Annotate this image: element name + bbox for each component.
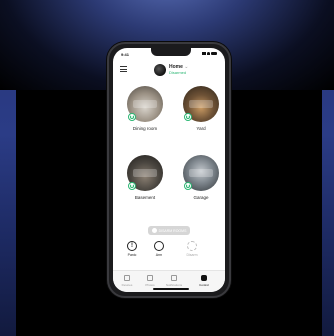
rooms-grid: Dining room Yard Basement Garage (119, 86, 219, 221)
room-label: Yard (196, 126, 206, 131)
tab-label: Notifications (165, 283, 183, 287)
arm-button[interactable]: Arm (144, 241, 174, 257)
signal-icon (202, 52, 206, 55)
disarm-button[interactable]: Disarm (177, 241, 207, 257)
room-card-basement[interactable]: Basement (121, 155, 169, 200)
signal-icons (202, 52, 217, 55)
tab-label: Devices (121, 283, 133, 287)
tab-label: Photos (145, 283, 155, 287)
room-label: Dining room (132, 126, 158, 131)
room-card-yard[interactable]: Yard (177, 86, 225, 131)
shield-icon (151, 228, 157, 233)
phone-screen: 9:41 Home ⌄ Disarmed Dining room Yard Ba… (113, 48, 225, 292)
status-check-icon (184, 113, 192, 121)
mode-buttons: ! Panic Arm Disarm (113, 241, 225, 263)
room-label: Basement (134, 195, 156, 200)
disarm-rooms-label: DISARM ROOMS (158, 228, 187, 233)
panic-label: Panic (127, 253, 137, 257)
home-status: Disarmed (169, 70, 187, 75)
disarm-rooms-button[interactable]: DISARM ROOMS (148, 226, 190, 235)
tab-control[interactable]: Control (193, 275, 215, 287)
home-indicator (153, 288, 189, 290)
home-avatar[interactable] (154, 64, 166, 76)
room-card-garage[interactable]: Garage (177, 155, 225, 200)
control-icon (201, 275, 207, 281)
status-time: 9:41 (121, 52, 130, 57)
photos-icon (147, 275, 153, 281)
app-header: Home ⌄ Disarmed (113, 62, 225, 80)
room-label: Garage (193, 195, 209, 200)
room-photo (183, 155, 219, 191)
room-photo (127, 86, 163, 122)
arm-icon (154, 241, 164, 251)
phone-frame: 9:41 Home ⌄ Disarmed Dining room Yard Ba… (107, 42, 231, 298)
room-photo (127, 155, 163, 191)
status-check-icon (128, 182, 136, 190)
disarm-icon (187, 241, 197, 251)
tab-bar: Devices Photos Notifications Control (113, 270, 225, 292)
tab-notifications[interactable]: Notifications (163, 275, 185, 287)
room-card-dining-room[interactable]: Dining room (121, 86, 169, 131)
wifi-icon (207, 52, 210, 55)
menu-icon[interactable] (120, 66, 127, 72)
battery-icon (211, 52, 217, 55)
status-check-icon (184, 182, 192, 190)
tab-devices[interactable]: Devices (116, 275, 138, 287)
arm-label: Arm (155, 253, 163, 257)
disarm-label: Disarm (186, 253, 198, 257)
panic-icon: ! (127, 241, 137, 251)
status-check-icon (128, 113, 136, 121)
notifications-icon (171, 275, 177, 281)
tab-label: Control (199, 283, 209, 287)
tab-photos[interactable]: Photos (139, 275, 161, 287)
status-bar: 9:41 (119, 51, 219, 59)
devices-icon (124, 275, 130, 281)
room-photo (183, 86, 219, 122)
panic-button[interactable]: ! Panic (117, 241, 147, 257)
